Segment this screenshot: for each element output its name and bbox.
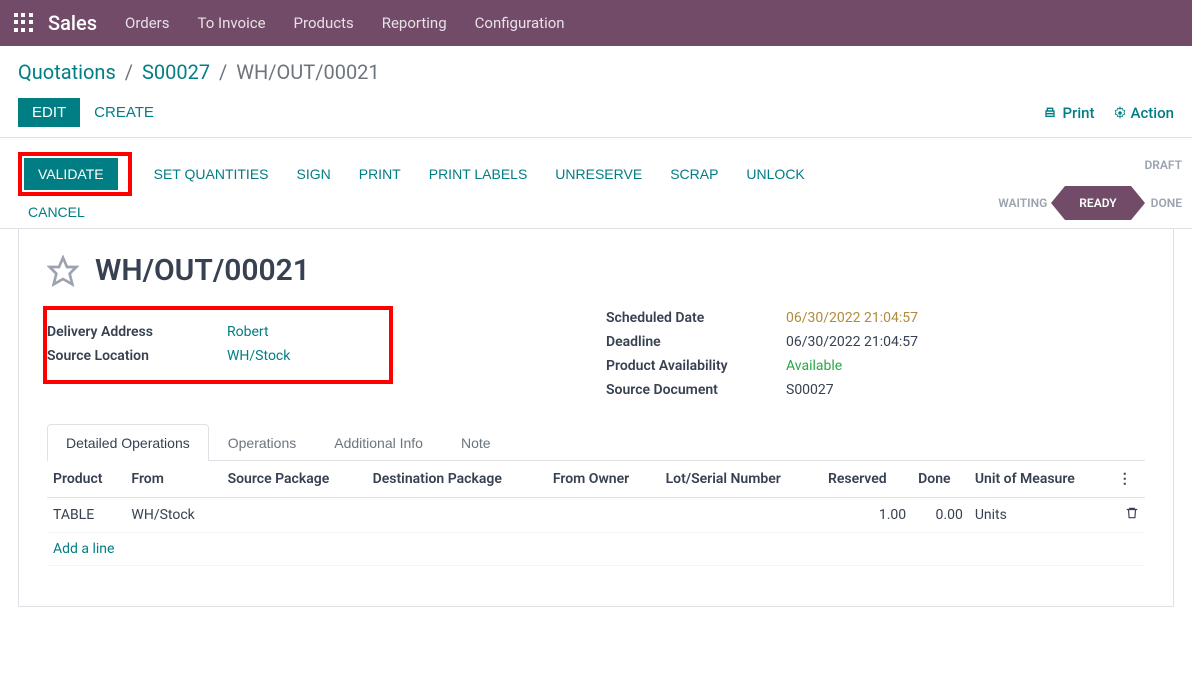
table-row[interactable]: TABLE WH/Stock 1.00 0.00 Units [47, 498, 1145, 533]
create-button[interactable]: CREATE [94, 104, 154, 121]
page-title: WH/OUT/00021 [95, 253, 310, 288]
table-header-row: Product From Source Package Destination … [47, 461, 1145, 498]
breadcrumb-separator: / [125, 60, 133, 84]
nav-reporting[interactable]: Reporting [382, 14, 447, 32]
breadcrumb-order[interactable]: S00027 [142, 60, 210, 84]
th-done[interactable]: Done [912, 461, 969, 498]
validate-button[interactable]: VALIDATE [24, 158, 118, 190]
cell-lot-serial [660, 498, 822, 533]
th-from[interactable]: From [125, 461, 221, 498]
th-source-package[interactable]: Source Package [222, 461, 367, 498]
tab-note[interactable]: Note [442, 424, 510, 461]
cell-source-package [222, 498, 367, 533]
print-labels-button[interactable]: PRINT LABELS [415, 158, 542, 190]
tab-operations[interactable]: Operations [209, 424, 315, 461]
nav-orders[interactable]: Orders [125, 14, 170, 32]
action-button[interactable]: Action [1113, 104, 1174, 122]
app-name[interactable]: Sales [48, 11, 97, 35]
cell-reserved: 1.00 [822, 498, 912, 533]
validate-highlight-box: VALIDATE [18, 152, 132, 196]
breadcrumb-current: WH/OUT/00021 [236, 60, 379, 84]
availability-value: Available [786, 358, 842, 374]
th-product[interactable]: Product [47, 461, 125, 498]
th-options[interactable]: ⋮ [1112, 461, 1145, 498]
scheduled-date-label: Scheduled Date [606, 310, 786, 326]
scrap-button[interactable]: SCRAP [656, 158, 732, 190]
th-from-owner[interactable]: From Owner [547, 461, 660, 498]
print-op-button[interactable]: PRINT [345, 158, 415, 190]
th-uom[interactable]: Unit of Measure [969, 461, 1112, 498]
trash-icon [1125, 506, 1139, 520]
print-button[interactable]: Print [1042, 104, 1094, 122]
delivery-address-value[interactable]: Robert [227, 324, 269, 340]
delivery-address-label: Delivery Address [47, 324, 227, 340]
scheduled-date-value: 06/30/2022 21:04:57 [786, 310, 918, 326]
edit-button[interactable]: EDIT [18, 98, 80, 127]
nav-to-invoice[interactable]: To Invoice [198, 14, 266, 32]
status-ready[interactable]: READY [1065, 186, 1130, 220]
tab-additional-info[interactable]: Additional Info [315, 424, 442, 461]
unreserve-button[interactable]: UNRESERVE [541, 158, 656, 190]
cell-from: WH/Stock [125, 498, 221, 533]
breadcrumb-quotations[interactable]: Quotations [18, 60, 116, 84]
source-document-label: Source Document [606, 382, 786, 398]
status-done[interactable]: DONE [1141, 186, 1192, 220]
delivery-highlight-box: Delivery Address Robert Source Location … [43, 306, 393, 384]
source-location-value[interactable]: WH/Stock [227, 348, 290, 364]
th-reserved[interactable]: Reserved [822, 461, 912, 498]
cell-destination-package [367, 498, 547, 533]
status-waiting[interactable]: WAITING [988, 186, 1057, 220]
print-icon [1042, 105, 1058, 121]
nav-products[interactable]: Products [294, 14, 354, 32]
nav-configuration[interactable]: Configuration [475, 14, 565, 32]
favorite-star-icon[interactable] [47, 255, 79, 287]
cell-from-owner [547, 498, 660, 533]
cell-uom: Units [969, 498, 1112, 533]
tab-detailed-operations[interactable]: Detailed Operations [47, 424, 209, 461]
delete-row-button[interactable] [1112, 498, 1145, 533]
cell-product: TABLE [47, 498, 125, 533]
source-document-value: S00027 [786, 382, 834, 398]
unlock-button[interactable]: UNLOCK [732, 158, 818, 190]
print-label: Print [1062, 104, 1094, 122]
action-label: Action [1131, 104, 1174, 122]
availability-label: Product Availability [606, 358, 786, 374]
set-quantities-button[interactable]: SET QUANTITIES [140, 158, 283, 190]
deadline-label: Deadline [606, 334, 786, 350]
cancel-button[interactable]: CANCEL [18, 196, 85, 228]
add-line-button[interactable]: Add a line [47, 533, 1145, 566]
cell-done: 0.00 [912, 498, 969, 533]
th-destination-package[interactable]: Destination Package [367, 461, 547, 498]
breadcrumb-separator: / [219, 60, 227, 84]
gear-icon [1113, 106, 1127, 120]
th-lot-serial[interactable]: Lot/Serial Number [660, 461, 822, 498]
deadline-value: 06/30/2022 21:04:57 [786, 334, 918, 350]
apps-launcher-icon[interactable] [14, 13, 34, 33]
sign-button[interactable]: SIGN [283, 158, 345, 190]
source-location-label: Source Location [47, 348, 227, 364]
breadcrumb: Quotations / S00027 / WH/OUT/00021 [18, 60, 1174, 84]
status-draft[interactable]: DRAFT [1134, 148, 1192, 182]
